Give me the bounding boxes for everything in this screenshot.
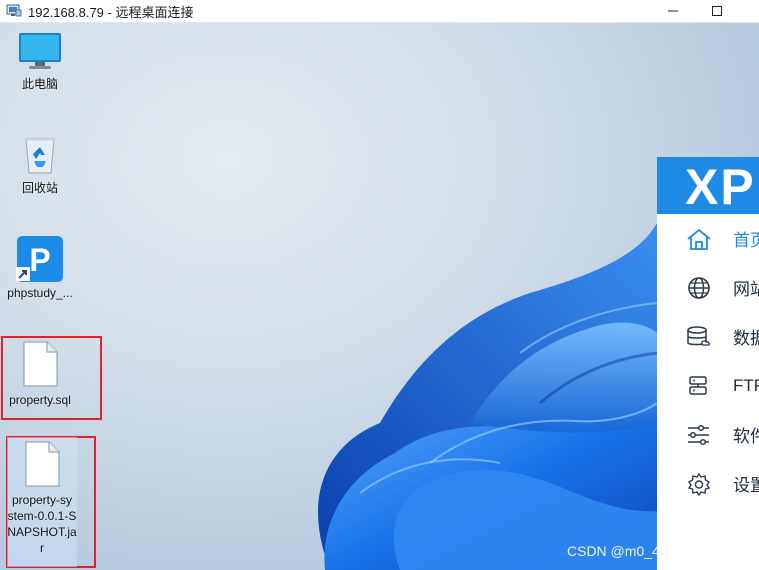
menu-item-ftp[interactable]: FTP xyxy=(657,361,759,410)
watermark-text: CSDN @m0_48114733 xyxy=(567,543,714,559)
menu-item-label: 软件管理 xyxy=(733,427,759,446)
minimize-icon xyxy=(668,10,678,12)
window-title: 192.168.8.79 - 远程桌面连接 xyxy=(28,4,194,20)
xp-brand: XP xyxy=(657,157,759,215)
desktop-icon-label: 回收站 xyxy=(21,181,58,195)
menu-item-software[interactable]: 软件管理 xyxy=(657,410,759,459)
server-icon xyxy=(689,375,707,395)
maximize-button[interactable] xyxy=(694,0,740,22)
desktop-icon-label: phpstudy_... xyxy=(7,286,73,300)
desktop-icon-property-sql[interactable]: property.sql xyxy=(5,341,75,408)
menu-item-database[interactable]: 数据库 xyxy=(657,312,759,361)
remote-desktop-icon xyxy=(6,4,22,18)
gear-icon xyxy=(687,472,711,496)
phpstudy-letter: P xyxy=(29,242,50,278)
menu-item-label: 首页 xyxy=(733,231,759,250)
sliders-icon xyxy=(688,424,709,445)
remote-desktop-titlebar[interactable]: 192.168.8.79 - 远程桌面连接 xyxy=(0,0,759,23)
desktop-icon-label-line: NAPSHOT.ja xyxy=(7,525,77,539)
monitor-icon xyxy=(17,31,63,76)
menu-item-label: 设置 xyxy=(733,476,759,495)
minimize-button[interactable] xyxy=(650,0,696,22)
desktop-icon-label-line: stem-0.0.1-S xyxy=(7,509,77,523)
recycle-bin-icon xyxy=(20,133,60,180)
menu-item-home[interactable]: 首页 xyxy=(657,214,759,263)
desktop-icon-label-line: property-sy xyxy=(11,493,73,507)
menu-item-website[interactable]: 网站 xyxy=(657,263,759,312)
maximize-icon xyxy=(712,6,722,16)
phpstudy-shortcut-icon: P xyxy=(16,235,64,285)
desktop-icon-phpstudy[interactable]: P phpstudy_... xyxy=(4,235,76,301)
xp-app-panel[interactable]: XP 首页 网站 数据库 FTP 软件管理 设置 xyxy=(657,157,759,570)
wallpaper-bloom xyxy=(318,223,658,570)
menu-item-label: FTP xyxy=(733,375,759,395)
desktop-icon-label: property.sql xyxy=(9,393,71,407)
menu-item-settings[interactable]: 设置 xyxy=(657,459,759,508)
file-icon xyxy=(21,341,59,392)
menu-item-label: 网站 xyxy=(733,280,759,299)
file-icon xyxy=(23,441,61,492)
desktop-icon-label: 此电脑 xyxy=(21,77,58,91)
desktop-icon-label-line: r xyxy=(40,541,44,555)
desktop-icon-recycle-bin[interactable]: 回收站 xyxy=(5,133,75,196)
home-icon xyxy=(687,228,711,250)
database-icon xyxy=(687,325,710,346)
desktop[interactable]: 此电脑 回收站 P phpstudy_... property.sql prop… xyxy=(0,23,759,570)
desktop-icon-property-jar[interactable]: property-sy stem-0.0.1-S NAPSHOT.ja r xyxy=(7,437,77,567)
menu-item-label: 数据库 xyxy=(733,329,759,348)
desktop-icon-this-pc[interactable]: 此电脑 xyxy=(5,31,75,92)
globe-icon xyxy=(688,276,710,299)
